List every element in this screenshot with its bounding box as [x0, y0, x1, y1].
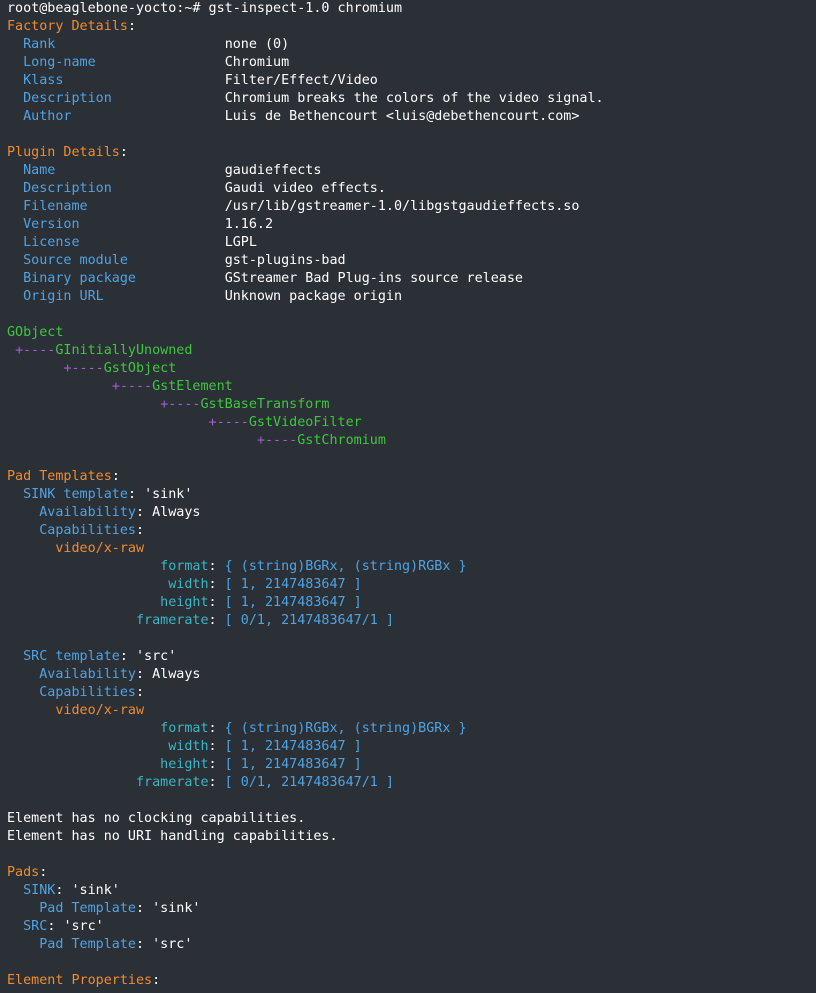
plugin-value: gst-plugins-bad: [224, 253, 346, 268]
plugin-key: Description: [23, 181, 112, 196]
sink-capabilities-line: Capabilities:: [39, 523, 145, 538]
class-name: GstElement: [152, 379, 233, 394]
sink-caps-framerate: framerate: [ 0/1, 2147483647/1 ]: [7, 613, 394, 628]
factory-row-author: Author Luis de Bethencourt <luis@debethe…: [7, 108, 816, 126]
tree-connector: +----: [256, 433, 298, 448]
tree-connector: +----: [15, 343, 56, 358]
src-capabilities-line: Capabilities:: [39, 685, 145, 700]
factory-row-long-name: Long-name Chromium: [7, 54, 816, 72]
shell-prompt: root@beaglebone-yocto:~#: [7, 1, 209, 16]
plugin-value: Gaudi video effects.: [224, 181, 386, 196]
pad-sink-template: Pad Template: 'sink': [39, 901, 201, 916]
src-caps-framerate: framerate: [ 0/1, 2147483647/1 ]: [7, 775, 394, 790]
class-name: GstChromium: [297, 433, 386, 448]
hierarchy-level-4: +----GstBaseTransform: [7, 396, 816, 414]
plugin-key: License: [23, 235, 80, 250]
pad-sink-line: SINK: 'sink': [23, 883, 120, 898]
src-caps-format: format: { (string)RGBx, (string)BGRx }: [7, 721, 467, 736]
pad-src-line: SRC: 'src': [23, 919, 104, 934]
plugin-key: Source module: [23, 253, 128, 268]
plugin-row-version: Version 1.16.2: [7, 216, 816, 234]
factory-key: Description: [23, 91, 112, 106]
plugin-row-filename: Filename /usr/lib/gstreamer-1.0/libgstga…: [7, 198, 816, 216]
factory-value: Filter/Effect/Video: [224, 73, 378, 88]
factory-details-heading: Factory Details:: [7, 19, 136, 34]
plugin-row-license: License LGPL: [7, 234, 816, 252]
plugin-row-description: Description Gaudi video effects.: [7, 180, 816, 198]
sink-template-line: SINK template: 'sink': [23, 487, 193, 502]
uri-note: Element has no URI handling capabilities…: [7, 829, 338, 844]
command-text: gst-inspect-1.0 chromium: [208, 1, 403, 16]
plugin-key: Binary package: [23, 271, 136, 286]
sink-media-type: video/x-raw: [55, 541, 145, 556]
factory-value: none (0): [224, 37, 290, 52]
factory-key: Klass: [23, 73, 64, 88]
src-caps-height: height: [ 1, 2147483647 ]: [7, 757, 362, 772]
factory-row-description: Description Chromium breaks the colors o…: [7, 90, 816, 108]
sink-caps-height: height: [ 1, 2147483647 ]: [7, 595, 362, 610]
plugin-key: Filename: [23, 199, 88, 214]
plugin-details-heading: Plugin Details:: [7, 145, 128, 160]
command-line: root@beaglebone-yocto:~# gst-inspect-1.0…: [7, 0, 816, 18]
factory-row-rank: Rank none (0): [7, 36, 816, 54]
clocking-note: Element has no clocking capabilities.: [7, 811, 306, 826]
plugin-key: Version: [23, 217, 80, 232]
tree-connector: +----: [160, 397, 201, 412]
pad-src-template: Pad Template: 'src': [39, 937, 193, 952]
src-caps-width: width: [ 1, 2147483647 ]: [7, 739, 362, 754]
plugin-value: Unknown package origin: [224, 289, 403, 304]
src-media-type: video/x-raw: [55, 703, 145, 718]
src-availability-line: Availability: Always: [39, 667, 201, 682]
pad-templates-heading: Pad Templates:: [7, 469, 120, 484]
plugin-row-binary-package: Binary package GStreamer Bad Plug-ins so…: [7, 270, 816, 288]
factory-key: Author: [23, 109, 72, 124]
plugin-value: GStreamer Bad Plug-ins source release: [224, 271, 523, 286]
tree-connector: +----: [208, 415, 249, 430]
hierarchy-level-5: +----GstVideoFilter: [7, 414, 816, 432]
factory-key: Long-name: [23, 55, 96, 70]
hierarchy-root: GObject: [7, 325, 64, 340]
factory-key: Rank: [23, 37, 56, 52]
plugin-key: Name: [23, 163, 56, 178]
plugin-row-source-module: Source module gst-plugins-bad: [7, 252, 816, 270]
plugin-row-name: Name gaudieffects: [7, 162, 816, 180]
factory-value: Luis de Bethencourt <luis@debethencourt.…: [224, 109, 580, 124]
class-name: GstBaseTransform: [200, 397, 330, 412]
factory-value: Chromium breaks the colors of the video …: [224, 91, 604, 106]
plugin-key: Origin URL: [23, 289, 104, 304]
plugin-value: LGPL: [224, 235, 257, 250]
tree-connector: +----: [111, 379, 153, 394]
sink-caps-width: width: [ 1, 2147483647 ]: [7, 577, 362, 592]
hierarchy-level-6: +----GstChromium: [7, 432, 816, 450]
tree-connector: +----: [63, 361, 104, 376]
plugin-value: /usr/lib/gstreamer-1.0/libgstgaudieffect…: [224, 199, 580, 214]
hierarchy-level-1: +----GInitiallyUnowned: [7, 342, 816, 360]
hierarchy-level-3: +----GstElement: [7, 378, 816, 396]
class-name: GstVideoFilter: [248, 415, 362, 430]
class-name: GstObject: [103, 361, 177, 376]
hierarchy-level-2: +----GstObject: [7, 360, 816, 378]
factory-row-klass: Klass Filter/Effect/Video: [7, 72, 816, 90]
pads-heading: Pads:: [7, 865, 48, 880]
factory-value: Chromium: [224, 55, 290, 70]
plugin-value: gaudieffects: [224, 163, 322, 178]
plugin-value: 1.16.2: [224, 217, 274, 232]
sink-caps-format: format: { (string)BGRx, (string)RGBx }: [7, 559, 467, 574]
class-name: GInitiallyUnowned: [55, 343, 193, 358]
plugin-row-origin-url: Origin URL Unknown package origin: [7, 288, 816, 306]
element-properties-heading: Element Properties:: [7, 973, 161, 988]
terminal-window[interactable]: root@beaglebone-yocto:~# gst-inspect-1.0…: [0, 0, 816, 990]
src-template-line: SRC template: 'src': [23, 649, 177, 664]
sink-availability-line: Availability: Always: [39, 505, 201, 520]
